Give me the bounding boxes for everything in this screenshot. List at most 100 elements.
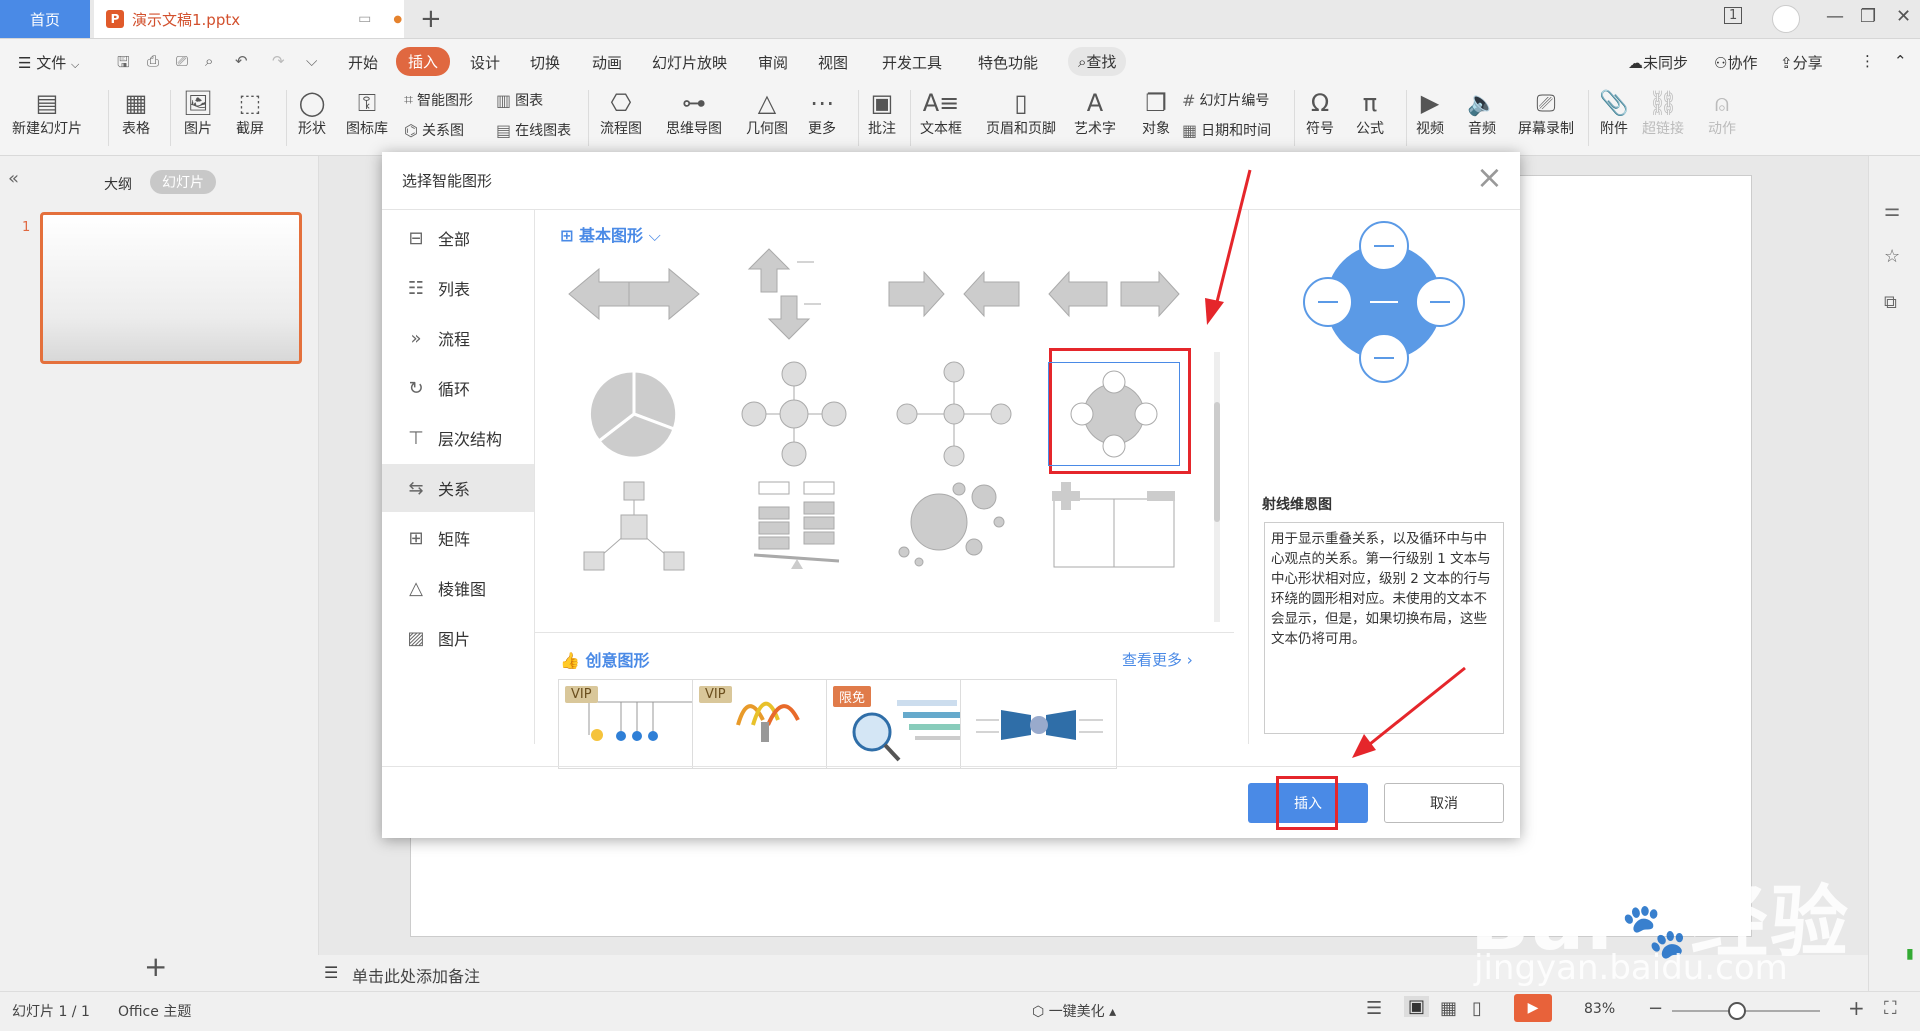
smart-art-option[interactable] [874, 232, 1034, 356]
cancel-button[interactable]: 取消 [1384, 783, 1504, 823]
table-button[interactable]: ▦ 表格 [120, 88, 152, 138]
tab-slides[interactable]: 幻灯片 [150, 170, 216, 194]
smart-art-option-radial-venn[interactable] [1034, 352, 1194, 476]
audio-button[interactable]: 🔈 音频 [1466, 88, 1498, 138]
tab-home[interactable]: 首页 [0, 0, 90, 38]
shape-button[interactable]: ◯ 形状 [296, 88, 328, 138]
collapse-ribbon-icon[interactable]: ⌃ [1894, 52, 1907, 70]
zoom-slider-thumb[interactable] [1728, 1002, 1746, 1020]
datetime-button[interactable]: ▦ 日期和时间 [1182, 120, 1271, 140]
smart-art-option[interactable] [554, 232, 714, 356]
smart-art-option[interactable] [874, 352, 1034, 476]
zoom-in-icon[interactable]: + [1848, 996, 1865, 1020]
fit-window-icon[interactable]: ⛶ [1884, 998, 1897, 1019]
normal-view-icon[interactable]: ▣ [1404, 996, 1430, 1017]
sorter-view-icon[interactable]: ▦ [1440, 998, 1457, 1019]
menu-tab-slideshow[interactable]: 幻灯片放映 [652, 52, 727, 73]
hyperlink-button[interactable]: ⛓ 超链接 [1642, 88, 1684, 138]
menu-tab-home[interactable]: 开始 [348, 52, 378, 73]
see-more-link[interactable]: 查看更多 › [1122, 649, 1193, 670]
beautify-button[interactable]: ⬡ 一键美化 ▴ [1032, 1001, 1116, 1021]
menu-tab-design[interactable]: 设计 [470, 52, 500, 73]
chart-button[interactable]: ▥ 图表 [496, 90, 543, 110]
category-list[interactable]: ☷ 列表 [382, 264, 534, 312]
zoom-out-icon[interactable]: − [1648, 998, 1663, 1019]
geometry-button[interactable]: △ 几何图 [746, 88, 788, 138]
category-relation[interactable]: ⇆ 关系 [382, 464, 534, 512]
smart-art-button[interactable]: ⌗ 智能图形 [404, 90, 473, 110]
add-slide-button[interactable]: + [144, 950, 167, 983]
undo-icon[interactable]: ↶ [235, 52, 248, 70]
monitor-icon[interactable]: ▭ [358, 11, 371, 27]
smart-art-option[interactable] [554, 352, 714, 476]
smart-art-option[interactable] [1034, 472, 1194, 582]
search-button[interactable]: ⌕查找 [1068, 47, 1127, 76]
header-footer-button[interactable]: ▯ 页眉和页脚 [986, 88, 1056, 138]
menu-tab-animation[interactable]: 动画 [592, 52, 622, 73]
category-picture[interactable]: ▨ 图片 [382, 614, 534, 662]
screenshot-button[interactable]: ⬚ 截屏 [234, 88, 266, 138]
zoom-slider[interactable] [1672, 1010, 1820, 1012]
menu-tab-features[interactable]: 特色功能 [978, 52, 1038, 73]
comment-button[interactable]: ▣ 批注 [866, 88, 898, 138]
collab-button[interactable]: ⚇协作 [1714, 52, 1757, 73]
category-process[interactable]: » 流程 [382, 314, 534, 362]
play-slideshow-button[interactable]: ▶ [1514, 994, 1552, 1022]
animation-star-icon[interactable]: ☆ [1884, 246, 1900, 267]
mindmap-button[interactable]: ⊶ 思维导图 [666, 88, 722, 138]
menu-tab-developer[interactable]: 开发工具 [882, 52, 942, 73]
icon-library-button[interactable]: ⚿ 图标库 [346, 88, 388, 138]
smart-art-option[interactable] [874, 472, 1034, 582]
relation-button[interactable]: ⌬ 关系图 [404, 120, 464, 140]
preview-icon[interactable]: ⌕ [205, 52, 213, 70]
menu-tab-review[interactable]: 审阅 [758, 52, 788, 73]
zoom-level[interactable]: 83% [1584, 1001, 1615, 1017]
properties-icon[interactable]: ⚌ [1884, 200, 1900, 221]
minimize-icon[interactable]: — [1826, 6, 1844, 27]
action-button[interactable]: ⍝ 动作 [1706, 88, 1738, 138]
video-button[interactable]: ▶ 视频 [1414, 88, 1446, 138]
formula-button[interactable]: π 公式 [1354, 88, 1386, 138]
category-matrix[interactable]: ⊞ 矩阵 [382, 514, 534, 562]
creative-template-card[interactable] [960, 679, 1117, 769]
category-cycle[interactable]: ↻ 循环 [382, 364, 534, 412]
quick-access-dropdown-icon[interactable]: ⌵ [306, 52, 317, 70]
new-tab-button[interactable]: + [420, 4, 442, 34]
symbol-button[interactable]: Ω 符号 [1304, 88, 1336, 138]
menu-tab-view[interactable]: 视图 [818, 52, 848, 73]
category-pyramid[interactable]: △ 棱锥图 [382, 564, 534, 612]
file-menu[interactable]: ☰ 文件 ⌵ [18, 52, 79, 73]
new-slide-button[interactable]: ▤ 新建幻灯片 [12, 88, 82, 138]
collapse-panel-icon[interactable]: « [8, 168, 19, 189]
wordart-button[interactable]: A 艺术字 [1074, 88, 1116, 138]
print-icon[interactable]: ⎚ [176, 52, 188, 70]
dialog-close-icon[interactable]: × [1476, 158, 1503, 196]
close-window-icon[interactable]: ✕ [1896, 6, 1911, 27]
attachment-button[interactable]: 📎 附件 [1598, 88, 1630, 138]
menu-tab-insert[interactable]: 插入 [396, 47, 451, 76]
tab-document[interactable]: P 演示文稿1.pptx ▭ ● [94, 0, 404, 38]
smart-art-option[interactable] [714, 472, 874, 582]
tab-outline[interactable]: 大纲 [104, 174, 132, 194]
menu-tab-transition[interactable]: 切换 [530, 52, 560, 73]
object-button[interactable]: ❐ 对象 [1140, 88, 1172, 138]
share-button[interactable]: ⇪分享 [1780, 52, 1823, 73]
category-hierarchy[interactable]: ⊤ 层次结构 [382, 414, 534, 462]
smart-art-option[interactable] [554, 472, 714, 582]
category-all[interactable]: ⊟ 全部 [382, 214, 534, 262]
notes-toggle-icon[interactable]: ☰ [1366, 998, 1382, 1019]
smart-art-option[interactable] [714, 352, 874, 476]
redo-icon[interactable]: ↷ [272, 52, 285, 70]
smart-art-option[interactable] [714, 232, 874, 356]
sync-button[interactable]: ☁未同步 [1628, 52, 1688, 73]
slide-number-button[interactable]: # 幻灯片编号 [1182, 90, 1269, 110]
screen-record-button[interactable]: ⎚ 屏幕录制 [1518, 88, 1574, 138]
online-chart-button[interactable]: ▤ 在线图表 [496, 120, 571, 140]
transition-icon[interactable]: ⧉ [1884, 292, 1897, 313]
export-icon[interactable]: ⎙ [147, 52, 159, 70]
more-button[interactable]: ⋯ 更多 [806, 88, 838, 138]
flowchart-button[interactable]: ⎔ 流程图 [600, 88, 642, 138]
slide-thumbnail[interactable] [40, 212, 302, 364]
picture-button[interactable]: 🖼 图片 [182, 88, 214, 138]
grid-scrollbar-thumb[interactable] [1214, 402, 1220, 522]
